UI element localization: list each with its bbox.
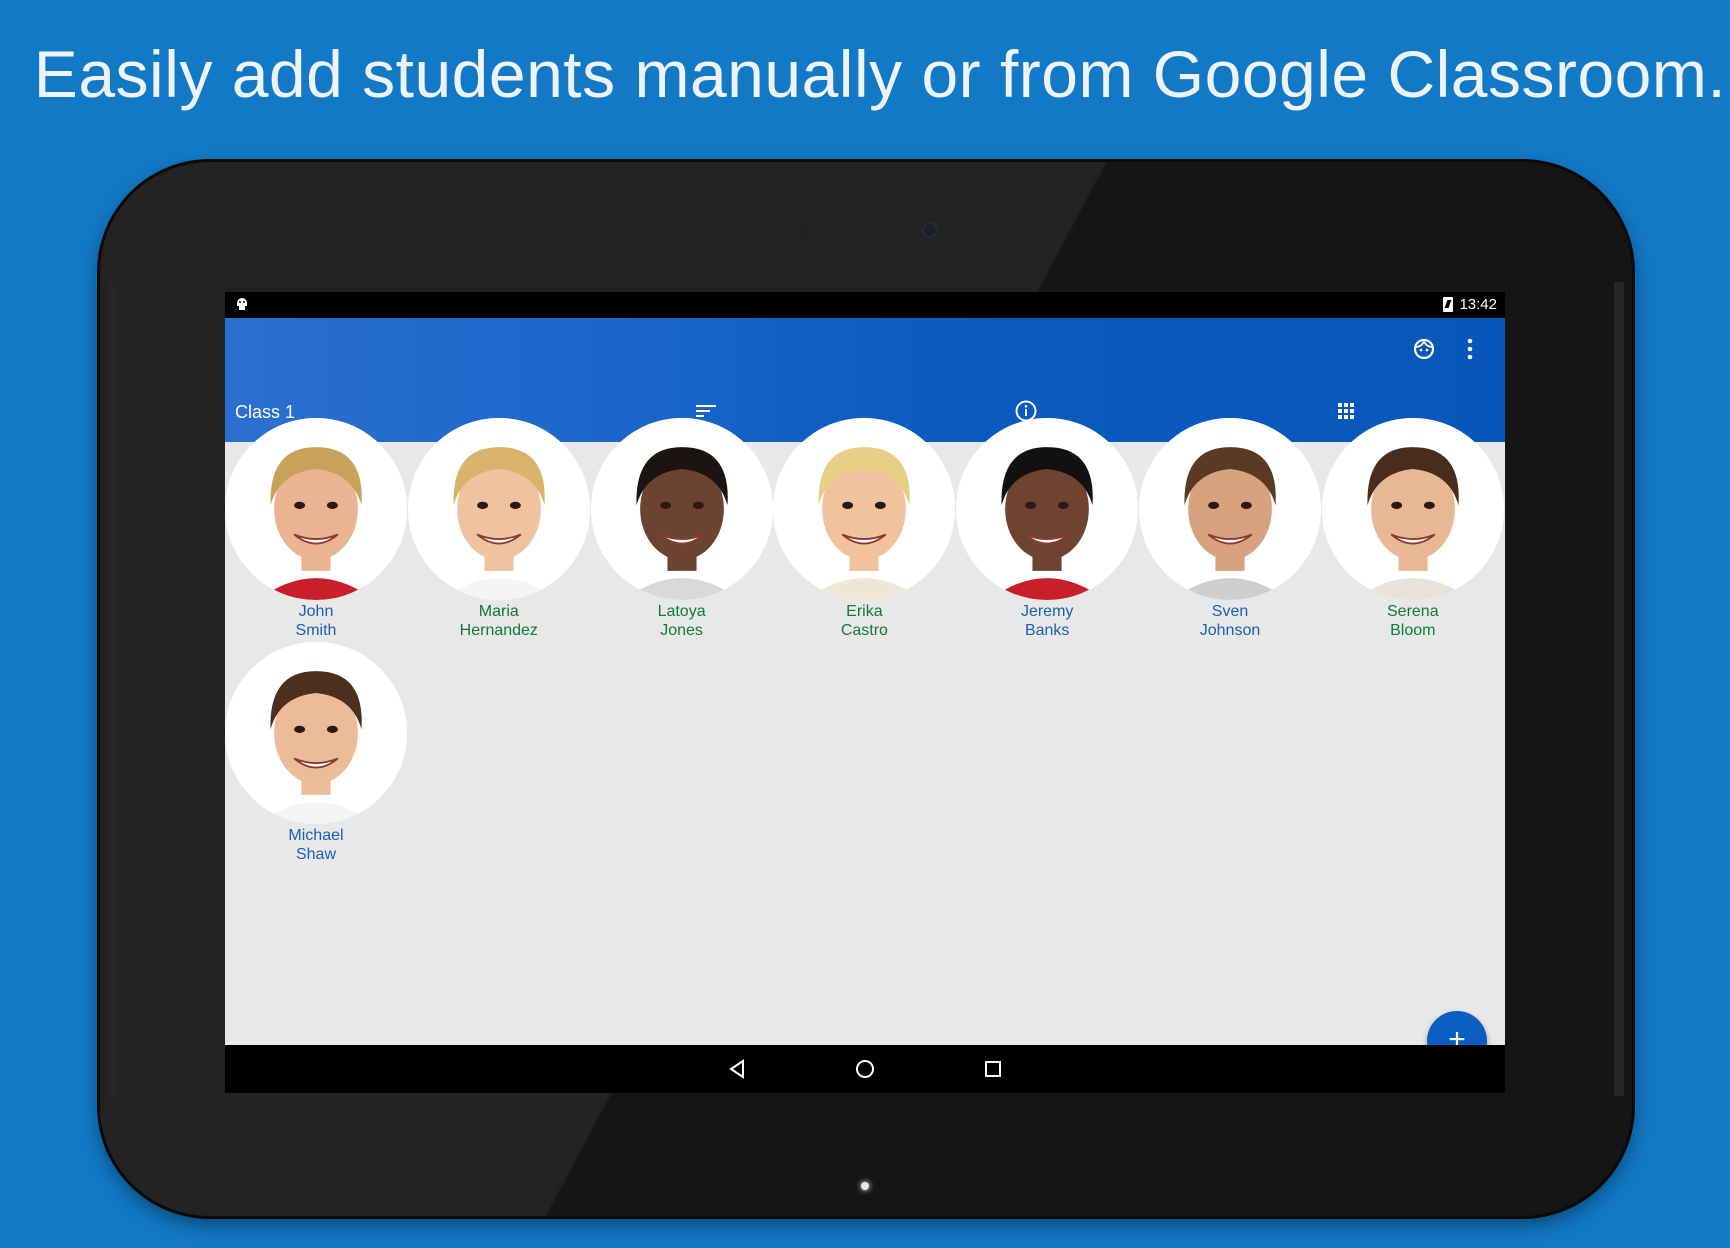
student-avatar [773,418,956,600]
recents-icon[interactable] [979,1055,1007,1083]
student-avatar [225,418,407,600]
student-name: Serena Bloom [1322,602,1504,640]
student-card[interactable]: John Smith [225,418,407,640]
face-icon[interactable] [1411,336,1437,362]
student-avatar [1139,418,1321,600]
student-avatar [590,418,773,600]
tablet-speaker-right [1614,282,1624,1096]
student-first-name: Erika [846,603,883,620]
student-card[interactable]: Serena Bloom [1321,418,1504,640]
student-first-name: Latoya [657,603,706,620]
student-first-name: Sven [1211,603,1249,620]
student-last-name: Banks [1024,622,1070,639]
student-name: John Smith [225,602,407,640]
student-card[interactable]: Maria Hernandez [407,418,590,640]
student-first-name: Michael [288,827,344,844]
student-name: Erika Castro [773,602,955,640]
tablet-sensor [798,226,810,238]
student-card[interactable]: Sven Johnson [1139,418,1321,640]
navigation-bar [225,1045,1505,1093]
student-last-name: Hernandez [459,622,538,639]
tablet-camera [922,222,938,238]
tablet-speaker-left [108,282,118,1096]
student-first-name: John [298,603,334,620]
student-name: Jeremy Banks [956,602,1138,640]
student-last-name: Bloom [1390,622,1436,639]
android-icon [237,298,247,310]
student-last-name: Shaw [295,846,337,863]
student-first-name: Jeremy [1020,603,1074,620]
student-last-name: Jones [660,622,703,639]
status-time: 13:42 [1459,296,1497,313]
student-first-name: Maria [478,603,519,620]
student-last-name: Castro [840,622,888,639]
student-name: Latoya Jones [591,602,773,640]
student-avatar [407,418,590,600]
student-card[interactable]: Latoya Jones [590,418,773,640]
student-first-name: Serena [1387,603,1439,620]
student-name: Maria Hernandez [408,602,590,640]
status-bar: 13:42 [225,292,1505,318]
student-avatar [225,642,407,824]
student-card[interactable]: Jeremy Banks [956,418,1139,640]
student-avatar [1321,418,1504,600]
student-name: Sven Johnson [1139,602,1321,640]
app-screen: 13:42 Class 1 John Smith Maria Hernandez… [225,292,1505,1093]
student-avatar [956,418,1139,600]
tablet-led [861,1182,869,1190]
back-icon[interactable] [723,1055,751,1083]
student-card[interactable]: Erika Castro [773,418,956,640]
student-name: Michael Shaw [225,826,407,864]
headline: Easily add students manually or from Goo… [33,37,1727,111]
student-card[interactable]: Michael Shaw [225,642,407,864]
student-last-name: Smith [295,622,337,639]
student-last-name: Johnson [1199,622,1261,639]
more-vert-icon[interactable] [1457,336,1483,362]
home-icon[interactable] [851,1055,879,1083]
battery-charging-icon [1443,297,1454,312]
